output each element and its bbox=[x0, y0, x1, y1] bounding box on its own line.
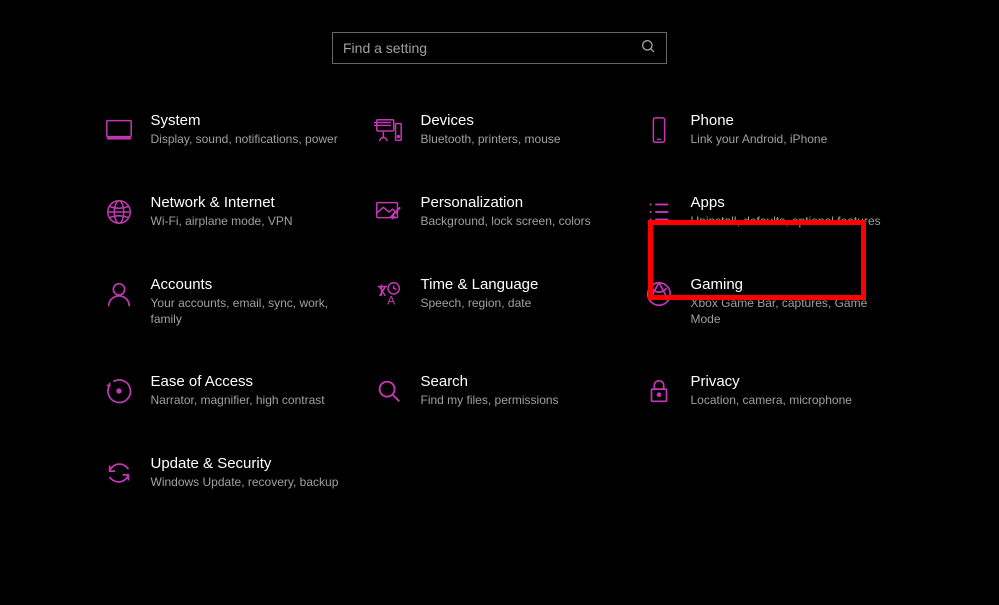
tile-desc: Bluetooth, printers, mouse bbox=[421, 131, 619, 147]
tile-system[interactable]: System Display, sound, notifications, po… bbox=[95, 104, 365, 156]
search-icon bbox=[640, 38, 656, 59]
tile-ease-of-access[interactable]: Ease of Access Narrator, magnifier, high… bbox=[95, 365, 365, 417]
tile-search[interactable]: Search Find my files, permissions bbox=[365, 365, 635, 417]
globe-icon bbox=[101, 194, 137, 230]
update-icon bbox=[101, 455, 137, 491]
tile-desc: Speech, region, date bbox=[421, 295, 619, 311]
tile-personalization[interactable]: Personalization Background, lock screen,… bbox=[365, 186, 635, 238]
tile-title: Search bbox=[421, 373, 619, 390]
tile-accounts[interactable]: Accounts Your accounts, email, sync, wor… bbox=[95, 268, 365, 335]
tile-desc: Link your Android, iPhone bbox=[691, 131, 889, 147]
tile-desc: Background, lock screen, colors bbox=[421, 213, 619, 229]
devices-icon bbox=[371, 112, 407, 148]
tile-desc: Your accounts, email, sync, work, family bbox=[151, 295, 349, 327]
apps-icon bbox=[641, 194, 677, 230]
tile-title: Ease of Access bbox=[151, 373, 349, 390]
tile-title: Time & Language bbox=[421, 276, 619, 293]
tile-title: Update & Security bbox=[151, 455, 349, 472]
tile-title: Personalization bbox=[421, 194, 619, 211]
tile-network[interactable]: Network & Internet Wi-Fi, airplane mode,… bbox=[95, 186, 365, 238]
tile-desc: Location, camera, microphone bbox=[691, 392, 889, 408]
tile-title: Phone bbox=[691, 112, 889, 129]
tile-devices[interactable]: Devices Bluetooth, printers, mouse bbox=[365, 104, 635, 156]
tile-update-security[interactable]: Update & Security Windows Update, recove… bbox=[95, 447, 365, 499]
tile-desc: Display, sound, notifications, power bbox=[151, 131, 349, 147]
time-language-icon: A bbox=[371, 276, 407, 312]
tile-desc: Windows Update, recovery, backup bbox=[151, 474, 349, 490]
search-tile-icon bbox=[371, 373, 407, 409]
tile-title: Devices bbox=[421, 112, 619, 129]
tile-time-language[interactable]: A Time & Language Speech, region, date bbox=[365, 268, 635, 335]
ease-of-access-icon bbox=[101, 373, 137, 409]
tile-title: System bbox=[151, 112, 349, 129]
tile-desc: Narrator, magnifier, high contrast bbox=[151, 392, 349, 408]
tile-desc: Uninstall, defaults, optional features bbox=[691, 213, 889, 229]
svg-text:A: A bbox=[387, 293, 396, 307]
tile-desc: Find my files, permissions bbox=[421, 392, 619, 408]
tile-title: Gaming bbox=[691, 276, 889, 293]
tile-title: Accounts bbox=[151, 276, 349, 293]
tile-gaming[interactable]: Gaming Xbox Game Bar, captures, Game Mod… bbox=[635, 268, 905, 335]
lock-icon bbox=[641, 373, 677, 409]
tile-title: Network & Internet bbox=[151, 194, 349, 211]
search-input[interactable] bbox=[343, 40, 640, 56]
tile-title: Apps bbox=[691, 194, 889, 211]
search-box[interactable] bbox=[332, 32, 667, 64]
system-icon bbox=[101, 112, 137, 148]
tile-privacy[interactable]: Privacy Location, camera, microphone bbox=[635, 365, 905, 417]
gaming-icon bbox=[641, 276, 677, 312]
tile-title: Privacy bbox=[691, 373, 889, 390]
personalization-icon bbox=[371, 194, 407, 230]
tile-apps[interactable]: Apps Uninstall, defaults, optional featu… bbox=[635, 186, 905, 238]
tile-desc: Wi-Fi, airplane mode, VPN bbox=[151, 213, 349, 229]
accounts-icon bbox=[101, 276, 137, 312]
settings-grid: System Display, sound, notifications, po… bbox=[0, 104, 999, 499]
tile-desc: Xbox Game Bar, captures, Game Mode bbox=[691, 295, 889, 327]
phone-icon bbox=[641, 112, 677, 148]
tile-phone[interactable]: Phone Link your Android, iPhone bbox=[635, 104, 905, 156]
